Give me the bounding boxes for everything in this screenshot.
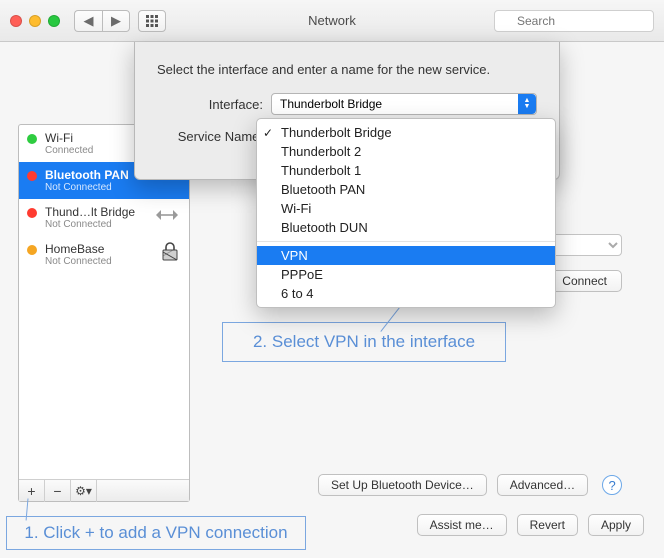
apply-row: Assist me… Revert Apply — [417, 514, 644, 536]
titlebar: ◀ ▶ Network 🔍 — [0, 0, 664, 42]
advanced-button[interactable]: Advanced… — [497, 474, 588, 496]
service-actions-button[interactable]: ⚙▾ — [71, 480, 97, 502]
connect-button[interactable]: Connect — [547, 270, 622, 292]
forward-button[interactable]: ▶ — [102, 10, 130, 32]
minimize-icon[interactable] — [29, 15, 41, 27]
menu-separator — [257, 241, 555, 242]
menu-item[interactable]: Thunderbolt 1 — [257, 161, 555, 180]
interface-label: Interface: — [157, 97, 271, 112]
assist-button[interactable]: Assist me… — [417, 514, 507, 536]
service-name: Wi-Fi — [45, 131, 93, 145]
window-controls — [10, 15, 60, 27]
revert-button[interactable]: Revert — [517, 514, 578, 536]
service-list: Wi-Fi Connected Bluetooth PAN Not Connec… — [18, 124, 190, 502]
annotation-1: 1. Click + to add a VPN connection — [6, 516, 306, 550]
show-all-button[interactable] — [138, 10, 166, 32]
service-list-footer: + − ⚙▾ — [19, 479, 189, 501]
menu-item[interactable]: Wi-Fi — [257, 199, 555, 218]
menu-item[interactable]: PPPoE — [257, 265, 555, 284]
sheet-prompt: Select the interface and enter a name fo… — [157, 62, 537, 77]
advanced-row: Set Up Bluetooth Device… Advanced… ? — [318, 474, 622, 496]
help-button[interactable]: ? — [602, 475, 622, 495]
service-status: Not Connected — [45, 219, 135, 230]
apply-button[interactable]: Apply — [588, 514, 644, 536]
service-name: Bluetooth PAN — [45, 168, 129, 182]
menu-item[interactable]: Bluetooth DUN — [257, 218, 555, 237]
menu-item[interactable]: Bluetooth PAN — [257, 180, 555, 199]
lock-icon — [159, 242, 181, 267]
service-status: Not Connected — [45, 256, 112, 267]
service-name: HomeBase — [45, 242, 112, 256]
nav-buttons: ◀ ▶ — [74, 10, 130, 32]
checkmark-icon: ✓ — [263, 126, 273, 140]
interface-popup-value: Thunderbolt Bridge — [280, 97, 382, 111]
menu-item[interactable]: ✓Thunderbolt Bridge — [257, 123, 555, 142]
add-service-button[interactable]: + — [19, 480, 45, 502]
service-status: Connected — [45, 145, 93, 156]
search-wrap: 🔍 — [494, 10, 654, 32]
main-area: Wi-Fi Connected Bluetooth PAN Not Connec… — [0, 42, 664, 558]
status-dot-icon — [27, 171, 37, 181]
menu-item-vpn[interactable]: VPN — [257, 246, 555, 265]
menu-item[interactable]: 6 to 4 — [257, 284, 555, 303]
popup-arrows-icon: ▲▼ — [518, 94, 536, 114]
back-button[interactable]: ◀ — [74, 10, 102, 32]
interface-menu[interactable]: ✓Thunderbolt Bridge Thunderbolt 2 Thunde… — [256, 118, 556, 308]
service-row[interactable]: HomeBase Not Connected — [19, 236, 189, 273]
setup-bluetooth-button[interactable]: Set Up Bluetooth Device… — [318, 474, 487, 496]
close-icon[interactable] — [10, 15, 22, 27]
annotation-2: 2. Select VPN in the interface — [222, 322, 506, 362]
remove-service-button[interactable]: − — [45, 480, 71, 502]
status-dot-icon — [27, 245, 37, 255]
search-input[interactable] — [494, 10, 654, 32]
zoom-icon[interactable] — [48, 15, 60, 27]
interface-popup[interactable]: Thunderbolt Bridge ▲▼ — [271, 93, 537, 115]
status-dot-icon — [27, 208, 37, 218]
service-name-label: Service Name: — [157, 129, 271, 144]
service-status: Not Connected — [45, 182, 129, 193]
service-row[interactable]: Thund…lt Bridge Not Connected — [19, 199, 189, 236]
thunderbolt-bridge-icon — [153, 206, 181, 229]
service-name: Thund…lt Bridge — [45, 205, 135, 219]
menu-item[interactable]: Thunderbolt 2 — [257, 142, 555, 161]
status-dot-icon — [27, 134, 37, 144]
